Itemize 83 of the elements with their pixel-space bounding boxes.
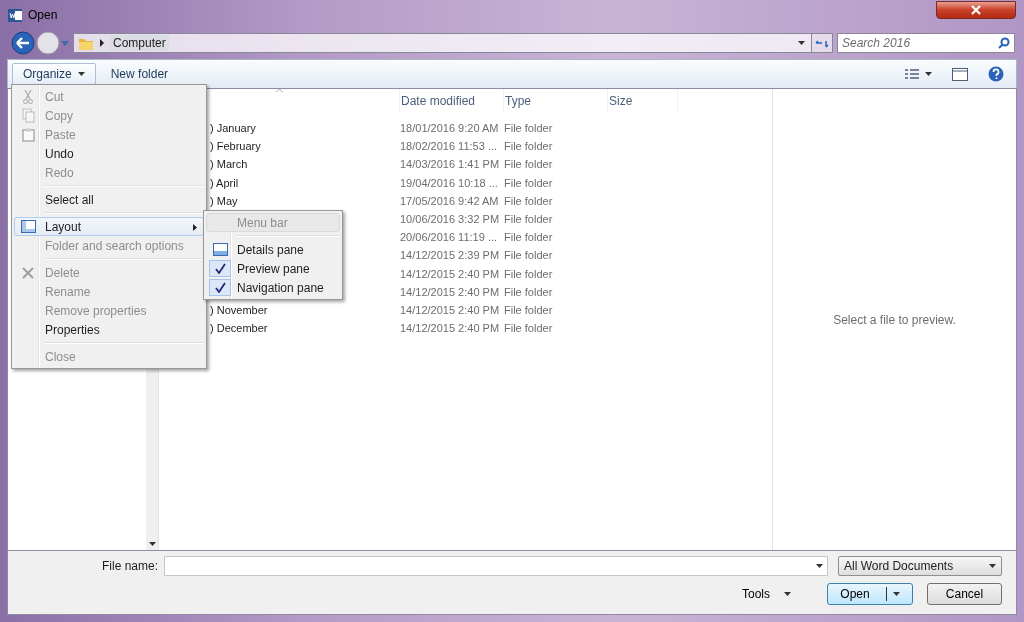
type-cell: File folder xyxy=(504,267,553,280)
word-icon xyxy=(8,7,22,23)
date-cell: 19/04/2016 10:18 ... xyxy=(400,176,498,189)
field-label: File name: xyxy=(100,559,158,573)
breadcrumb-item[interactable]: Computer xyxy=(110,35,169,51)
date-cell: 17/05/2016 9:42 AM xyxy=(400,194,499,207)
window-title: Open xyxy=(28,8,58,22)
clipboard-icon xyxy=(21,127,35,142)
date-cell: 14/12/2015 2:40 PM xyxy=(400,285,500,298)
type-cell: File folder xyxy=(504,213,553,226)
menu-item[interactable]: Properties xyxy=(14,320,204,339)
date-cell: 14/12/2015 2:40 PM xyxy=(400,303,500,316)
submenu-arrow-icon xyxy=(193,224,197,231)
view-list-icon xyxy=(905,68,919,80)
dropdown-caret-icon xyxy=(798,41,805,45)
checkmark-icon xyxy=(214,263,226,274)
close-button[interactable] xyxy=(936,1,1016,19)
help-icon xyxy=(988,66,1004,82)
column-header[interactable]: Type xyxy=(504,89,608,113)
file-name[interactable]: ) January xyxy=(210,122,256,135)
search-field[interactable]: Search 2016 xyxy=(837,33,1015,53)
scroll-down-icon xyxy=(148,542,156,546)
date-cell: 14/12/2015 2:39 PM xyxy=(400,249,500,262)
menu-item[interactable]: Navigation pane xyxy=(206,278,340,297)
open-button[interactable]: Open xyxy=(827,583,913,605)
menu-item[interactable]: Select all xyxy=(14,190,204,209)
type-cell: File folder xyxy=(504,122,553,135)
date-cell: 20/06/2016 11:19 ... xyxy=(400,231,498,244)
menu-item[interactable]: Undo xyxy=(14,144,204,163)
preview-message: Select a file to preview. xyxy=(833,312,956,327)
column-header[interactable]: Size xyxy=(608,89,678,113)
type-cell: File folder xyxy=(504,303,553,316)
type-cell: File folder xyxy=(504,176,553,189)
organize-menu-button[interactable]: Organize xyxy=(12,63,96,85)
file-name[interactable]: ) April xyxy=(210,176,239,189)
date-cell: 14/12/2015 2:40 PM xyxy=(400,267,500,280)
search-icon xyxy=(998,37,1010,49)
refresh-button[interactable] xyxy=(811,33,833,53)
toolbar-button[interactable]: New folder xyxy=(99,63,180,85)
date-cell: 18/01/2016 9:20 AM xyxy=(400,122,499,135)
type-cell: File folder xyxy=(504,285,553,298)
layout-icon xyxy=(20,220,36,233)
type-cell: File folder xyxy=(504,194,553,207)
file-name[interactable]: ) December xyxy=(210,322,268,335)
cancel-button[interactable]: Cancel xyxy=(927,583,1002,605)
file-name[interactable]: ) February xyxy=(210,140,261,153)
caret-icon xyxy=(989,564,996,568)
history-caret-icon xyxy=(61,40,69,46)
file-name[interactable]: ) March xyxy=(210,158,248,171)
delete-icon xyxy=(22,266,34,279)
view-caret-icon xyxy=(925,72,932,76)
copy-icon xyxy=(21,108,35,123)
type-cell: File folder xyxy=(504,322,553,335)
split-caret-icon xyxy=(892,592,900,596)
date-cell: 18/02/2016 11:53 ... xyxy=(400,140,498,153)
scissors-icon xyxy=(22,89,34,104)
caret-icon xyxy=(77,72,85,76)
forward-icon xyxy=(36,31,60,55)
menu-item[interactable]: Layout xyxy=(14,217,204,236)
breadcrumb-arrow-icon xyxy=(100,39,104,47)
column-header[interactable]: Date modified xyxy=(400,89,504,113)
date-cell: 10/06/2016 3:32 PM xyxy=(400,213,500,226)
date-cell: 14/12/2015 2:40 PM xyxy=(400,322,500,335)
refresh-icon xyxy=(815,37,829,49)
date-cell: 14/03/2016 1:41 PM xyxy=(400,158,500,171)
file-name-field[interactable] xyxy=(164,556,828,576)
preview-pane-icon xyxy=(952,67,968,81)
menu-item[interactable]: Details pane xyxy=(206,240,340,259)
tools-menu-button[interactable]: Tools xyxy=(736,586,797,602)
type-cell: File folder xyxy=(504,140,553,153)
dropdown-caret-icon xyxy=(816,564,823,568)
menu-item[interactable]: Preview pane xyxy=(206,259,340,278)
type-cell: File folder xyxy=(504,231,553,244)
file-name[interactable]: ) May xyxy=(210,194,238,207)
caret-icon xyxy=(784,592,791,596)
type-cell: File folder xyxy=(504,249,553,262)
details-pane-icon xyxy=(212,243,228,256)
file-name[interactable]: ) November xyxy=(210,303,268,316)
close-icon xyxy=(971,5,981,15)
back-icon xyxy=(11,31,35,55)
type-cell: File folder xyxy=(504,158,553,171)
checkmark-icon xyxy=(214,282,226,293)
file-type-dropdown[interactable]: All Word Documents xyxy=(838,556,1002,576)
